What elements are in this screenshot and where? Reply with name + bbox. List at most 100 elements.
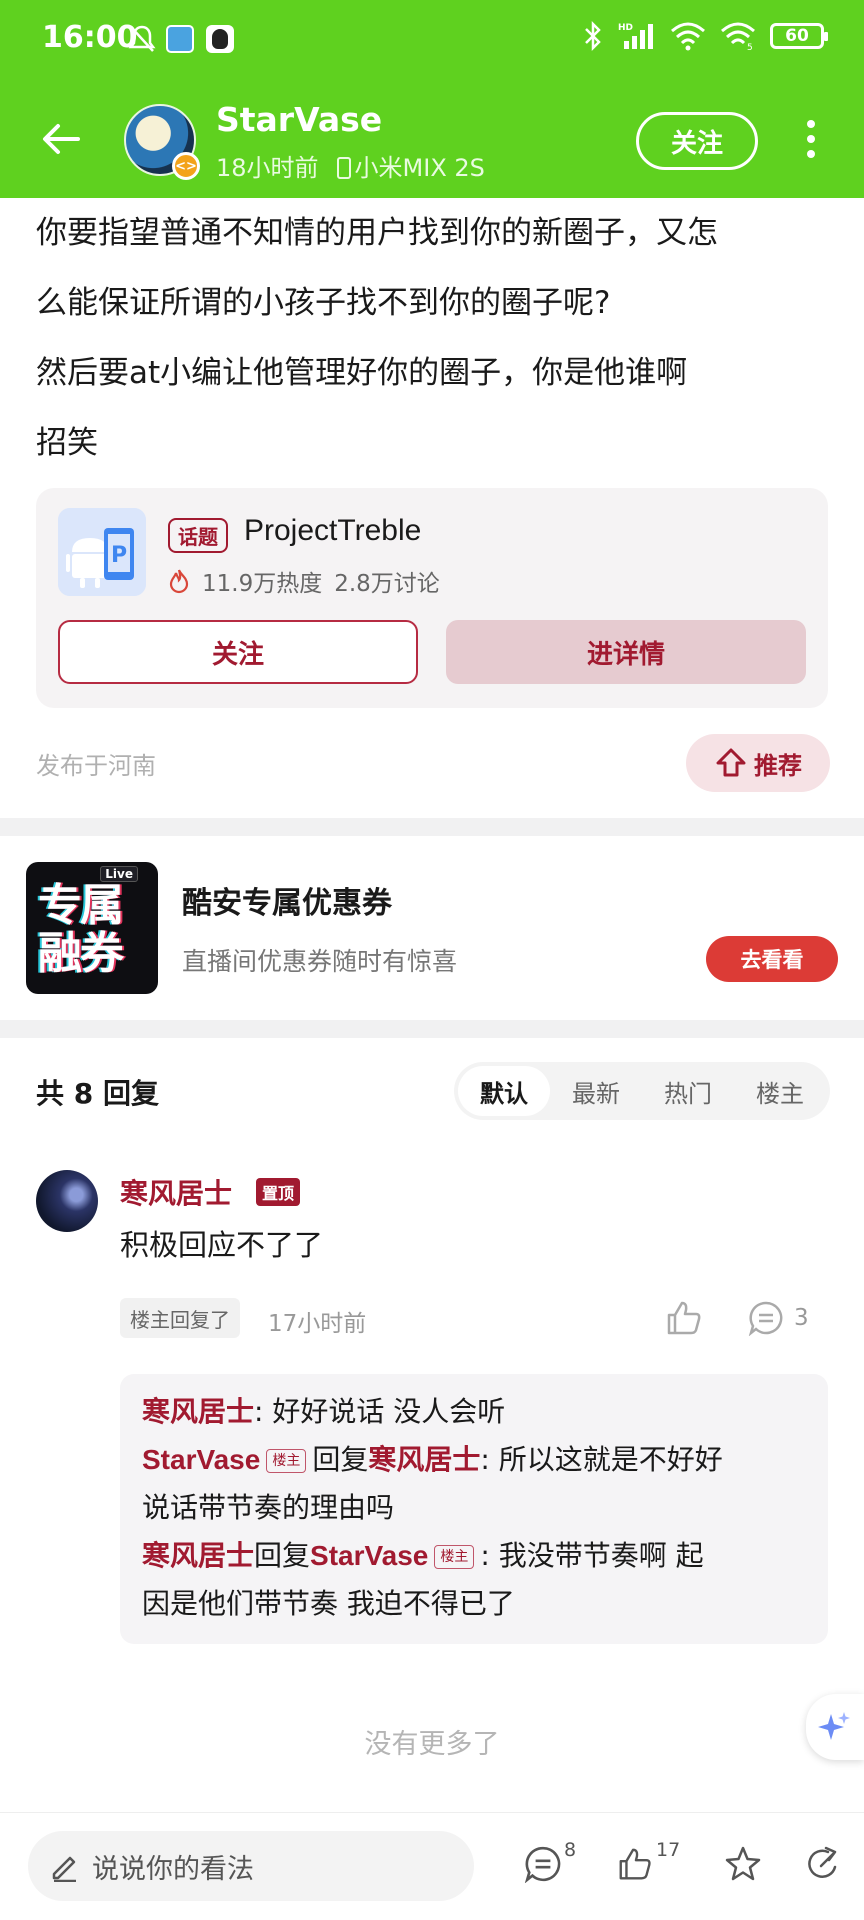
comment-input[interactable]: 说说你的看法	[28, 1831, 474, 1901]
reply-word: 回复	[312, 1443, 369, 1476]
device-info: 小米MIX 2S	[336, 148, 485, 183]
topic-heat: 11.9万热度	[202, 571, 323, 597]
app-bar: <> StarVase 18小时前 小米MIX 2S 关注	[0, 92, 864, 192]
ad-subtitle: 直播间优惠券随时有惊喜	[182, 947, 458, 976]
op-replied-chip: 楼主回复了	[120, 1298, 240, 1338]
device-name: 小米MIX 2S	[354, 154, 485, 182]
ad-go-button[interactable]: 去看看	[706, 936, 838, 982]
more-dot-icon	[807, 150, 815, 158]
signal-icon: HD	[618, 23, 653, 49]
comment-author[interactable]: 寒风居士	[120, 1172, 232, 1212]
like-button[interactable]: 17	[616, 1839, 680, 1889]
ad-image[interactable]: Live 专属 融券	[26, 862, 158, 994]
ad-image-text: 专属	[38, 880, 124, 931]
svg-text:5: 5	[747, 43, 753, 51]
topic-tag: 话题	[168, 518, 228, 553]
post-line: 然后要at小编让他管理好你的圈子，你是他谁啊	[36, 355, 688, 391]
reply-count-label: 3	[794, 1305, 809, 1331]
star-icon	[725, 1846, 761, 1881]
sort-tab-latest[interactable]: 最新	[550, 1066, 642, 1116]
svg-text:HD: HD	[618, 23, 633, 33]
publish-location: 发布于河南	[36, 752, 156, 780]
more-options-button[interactable]	[796, 116, 826, 162]
reply-count: 共 8 回复	[36, 1077, 159, 1110]
sub-reply-text: 说话带节奏的理由吗	[142, 1491, 395, 1524]
post-line: 你要指望普通不知情的用户找到你的新圈子，又怎	[36, 215, 718, 251]
favorite-button[interactable]	[724, 1845, 762, 1889]
topic-android-icon: P	[58, 508, 146, 596]
commenter-avatar[interactable]	[36, 1170, 98, 1232]
post-meta: 18小时前 小米MIX 2S	[216, 148, 485, 183]
mute-bell-icon	[128, 22, 156, 56]
status-time: 16:00	[42, 20, 138, 55]
recommend-label: 推荐	[754, 751, 802, 780]
post-line: 招笑	[36, 425, 98, 461]
comments-button[interactable]: 8	[524, 1839, 576, 1889]
author-name[interactable]: StarVase	[216, 100, 382, 139]
sub-reply: 寒风居士回复StarVase 楼主: 我没带节奏啊 起 因是他们带节奏 我迫不得已…	[142, 1532, 806, 1628]
topic-detail-button[interactable]: 进详情	[446, 620, 806, 684]
topic-card[interactable]: P 话题 ProjectTreble 11.9万热度 2.8万讨论 关注 进详情	[36, 488, 828, 708]
sub-reply-author[interactable]: 寒风居士	[142, 1395, 254, 1428]
topic-stats: 11.9万热度 2.8万讨论	[168, 564, 440, 598]
op-badge: 楼主	[266, 1449, 307, 1473]
sub-reply-author[interactable]: 寒风居士	[142, 1539, 254, 1572]
comment-bubble-icon	[524, 1846, 561, 1883]
pinned-badge: 置顶	[256, 1178, 301, 1206]
wifi-5g-icon: 5	[721, 22, 755, 51]
comment-input-placeholder: 说说你的看法	[92, 1853, 254, 1885]
comment-time: 17小时前	[268, 1311, 367, 1337]
sub-reply-text: : 我没带节奏啊 起	[480, 1539, 704, 1572]
op-badge: 楼主	[434, 1545, 475, 1569]
post-detail-page: 16:00 HD 5 60 <> StarVase 18小时前 小米MIX 2S…	[0, 0, 864, 1920]
topic-follow-button[interactable]: 关注	[58, 620, 418, 684]
app-notification-icon	[166, 22, 194, 56]
sub-reply: 寒风居士: 好好说话 没人会听	[142, 1388, 806, 1436]
topic-discussions: 2.8万讨论	[334, 571, 440, 597]
sub-reply-text: : 所以这就是不好好	[480, 1443, 723, 1476]
sub-replies[interactable]: 寒风居士: 好好说话 没人会听 StarVase 楼主 回复寒风居士: 所以这就是不…	[120, 1374, 828, 1644]
share-icon	[808, 1846, 837, 1878]
arrow-up-icon	[716, 748, 746, 777]
recommend-button[interactable]: 推荐	[686, 734, 830, 792]
bluetooth-icon	[585, 20, 601, 52]
section-divider	[0, 1020, 864, 1038]
more-dot-icon	[807, 120, 815, 128]
follow-author-button[interactable]: 关注	[636, 112, 758, 170]
ad-image-text: 融券	[38, 928, 124, 979]
qq-icon	[206, 22, 234, 56]
app-header: 16:00 HD 5 60 <> StarVase 18小时前 小米MIX 2S…	[0, 0, 864, 198]
pencil-icon	[52, 1856, 76, 1882]
comment-text: 积极回应不了了	[120, 1228, 324, 1262]
sort-tab-op[interactable]: 楼主	[734, 1066, 826, 1116]
status-bar: 16:00 HD 5 60	[0, 0, 864, 80]
developer-badge-icon: <>	[172, 152, 200, 180]
post-line: 么能保证所谓的小孩子找不到你的圈子呢?	[36, 285, 611, 321]
sort-tab-default[interactable]: 默认	[458, 1066, 550, 1116]
back-button[interactable]	[38, 116, 84, 162]
share-button[interactable]	[804, 1845, 842, 1889]
sort-tab-hot[interactable]: 热门	[642, 1066, 734, 1116]
more-dot-icon	[807, 135, 815, 143]
thumbs-up-icon	[619, 1848, 651, 1880]
no-more-label: 没有更多了	[364, 1729, 500, 1760]
wifi-icon	[671, 22, 705, 51]
ad-title[interactable]: 酷安专属优惠券	[182, 878, 392, 922]
svg-text:P: P	[111, 543, 127, 568]
post-time: 18小时前	[216, 154, 319, 182]
reply-target[interactable]: StarVase	[310, 1540, 428, 1571]
sub-reply-text: 因是他们带节奏 我迫不得已了	[142, 1587, 515, 1620]
sub-reply: StarVase 楼主 回复寒风居士: 所以这就是不好好 说话带节奏的理由吗	[142, 1436, 806, 1532]
comment-like-button[interactable]	[664, 1298, 704, 1338]
bottom-action-bar: 说说你的看法 8 17	[0, 1812, 864, 1920]
status-right-group: HD 5 60	[582, 20, 828, 52]
fire-icon	[169, 569, 189, 594]
comment-reply-button[interactable]: 3	[748, 1298, 809, 1338]
reply-target[interactable]: 寒风居士	[368, 1443, 480, 1476]
back-arrow-icon	[43, 124, 80, 154]
phone-icon	[336, 157, 351, 179]
section-divider	[0, 818, 864, 836]
topic-title[interactable]: ProjectTreble	[244, 514, 421, 548]
sub-reply-author[interactable]: StarVase	[142, 1444, 260, 1475]
sort-tabs: 默认 最新 热门 楼主	[454, 1062, 830, 1120]
